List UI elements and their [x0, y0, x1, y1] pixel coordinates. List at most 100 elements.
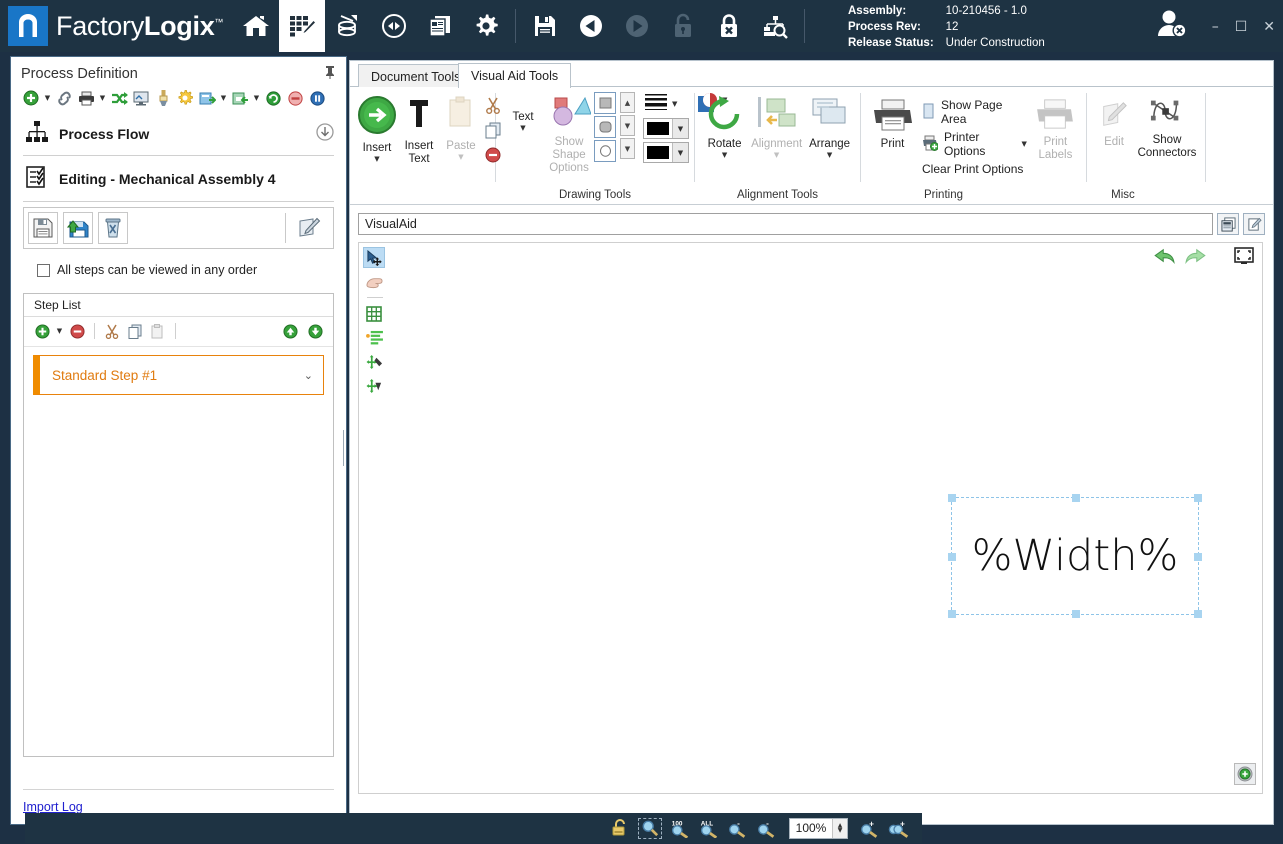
insert-dropdown-caret[interactable]: ▼: [374, 156, 379, 163]
zoom-all-icon[interactable]: ALL: [698, 819, 720, 838]
rotate-dropdown-caret[interactable]: ▼: [722, 152, 727, 159]
grid-icon[interactable]: [363, 303, 385, 324]
add-item-button[interactable]: [1234, 763, 1256, 785]
document-name-input[interactable]: [358, 213, 1213, 235]
shape-scroll-down-button[interactable]: ▼: [620, 115, 635, 136]
insert-button[interactable]: Insert ▼: [356, 92, 398, 165]
zoom-in-icon[interactable]: +: [859, 819, 881, 838]
close-button[interactable]: ✕: [1263, 20, 1275, 34]
monitor-icon[interactable]: [131, 88, 151, 108]
resize-handle-e[interactable]: [1194, 553, 1202, 561]
text-object[interactable]: %Width%: [951, 497, 1199, 615]
add-icon[interactable]: [21, 88, 41, 108]
home-icon[interactable]: [233, 0, 279, 52]
paste-icon[interactable]: [148, 321, 168, 341]
canvas[interactable]: %Width%: [358, 242, 1263, 794]
audit-search-icon[interactable]: [752, 0, 798, 52]
list-item[interactable]: Standard Step #1 ⌄: [33, 355, 324, 395]
unlock-zoom-icon[interactable]: [611, 819, 631, 837]
snap-object-icon[interactable]: [363, 351, 385, 372]
collapse-down-icon[interactable]: [316, 123, 334, 144]
lock-revoke-icon[interactable]: [706, 0, 752, 52]
zoom-100-icon[interactable]: 100: [669, 819, 691, 838]
rename-button[interactable]: [1243, 213, 1265, 235]
zoom-spinner-down[interactable]: ▼: [838, 828, 843, 833]
panel-splitter[interactable]: [341, 430, 346, 466]
shuffle-icon[interactable]: [109, 88, 129, 108]
save-step-button[interactable]: [28, 212, 58, 244]
show-connectors-button[interactable]: Show Connectors: [1135, 92, 1199, 162]
paste-dropdown-caret[interactable]: ▼: [458, 154, 463, 161]
import-log-link[interactable]: Import Log: [23, 800, 83, 814]
minimize-button[interactable]: –: [1212, 20, 1219, 34]
zoom-spinner[interactable]: ▲ ▼: [832, 819, 847, 838]
zoom-level-field[interactable]: 100% ▲ ▼: [789, 818, 848, 839]
print-labels-button[interactable]: Print Labels: [1031, 96, 1080, 164]
redo-arrow-icon[interactable]: [1184, 248, 1206, 264]
delete-step-icon[interactable]: [67, 321, 87, 341]
process-flow-row[interactable]: Process Flow: [11, 114, 346, 155]
snap-grid-icon[interactable]: [363, 375, 385, 396]
alignment-dropdown-caret[interactable]: ▼: [774, 152, 779, 159]
discard-button[interactable]: [98, 212, 128, 244]
rotate-button[interactable]: Rotate ▼: [701, 92, 748, 161]
clear-print-options-item[interactable]: Clear Print Options: [918, 160, 1031, 178]
view-any-order-row[interactable]: All steps can be viewed in any order: [11, 249, 346, 287]
fill-color-dropdown-caret[interactable]: ▼: [672, 143, 688, 162]
view-any-order-checkbox[interactable]: [37, 264, 50, 277]
printer-options-item[interactable]: Printer Options ▼: [918, 128, 1031, 160]
unlock-icon[interactable]: [660, 0, 706, 52]
resize-handle-nw[interactable]: [948, 494, 956, 502]
zoom-in-more-icon[interactable]: +: [888, 819, 912, 838]
save-as-button[interactable]: [63, 212, 93, 244]
resize-handle-sw[interactable]: [948, 610, 956, 618]
rounded-rect-shape-button[interactable]: [594, 116, 616, 138]
chevron-down-icon[interactable]: ⌄: [304, 369, 313, 382]
brush-icon[interactable]: [153, 88, 173, 108]
import-dropdown-caret[interactable]: ▼: [252, 89, 261, 107]
documents-icon[interactable]: [417, 0, 463, 52]
cut-icon[interactable]: [102, 321, 122, 341]
show-shape-options-button[interactable]: Show Shape Options: [548, 92, 590, 177]
rectangle-shape-button[interactable]: [594, 92, 616, 114]
add-dropdown-caret[interactable]: ▼: [43, 89, 52, 107]
move-up-icon[interactable]: [280, 321, 300, 341]
edit-button[interactable]: Edit: [1093, 98, 1135, 151]
resize-handle-w[interactable]: [948, 553, 956, 561]
resize-handle-s[interactable]: [1072, 610, 1080, 618]
move-down-icon[interactable]: [305, 321, 325, 341]
line-weight-picker[interactable]: [643, 92, 669, 115]
line-color-picker[interactable]: ▼: [643, 118, 689, 139]
refresh-icon[interactable]: [263, 88, 283, 108]
print-button[interactable]: Print: [867, 96, 918, 153]
show-page-area-item[interactable]: Show Page Area: [918, 96, 1031, 128]
fill-color-picker[interactable]: ▼: [643, 142, 689, 163]
printer-options-dropdown-caret[interactable]: ▼: [1021, 140, 1026, 148]
text-button[interactable]: Text ▼: [502, 106, 544, 134]
zoom-out-icon[interactable]: -: [727, 819, 749, 838]
print-icon[interactable]: [76, 88, 96, 108]
navigate-icon[interactable]: [371, 0, 417, 52]
shape-scroll-up-button[interactable]: ▲: [620, 92, 635, 113]
layers-icon[interactable]: [363, 327, 385, 348]
settings-gear-icon[interactable]: [463, 0, 509, 52]
forward-icon[interactable]: [614, 0, 660, 52]
back-icon[interactable]: [568, 0, 614, 52]
save-icon[interactable]: [522, 0, 568, 52]
arrange-button[interactable]: Arrange ▼: [805, 92, 854, 161]
tab-visual-aid-tools[interactable]: Visual Aid Tools: [458, 63, 571, 88]
shape-scroll-end-button[interactable]: ▼: [620, 138, 635, 159]
zoom-out-step-icon[interactable]: -: [756, 819, 778, 838]
resize-handle-n[interactable]: [1072, 494, 1080, 502]
link-icon[interactable]: [54, 88, 74, 108]
fit-screen-icon[interactable]: [1234, 247, 1254, 265]
tab-document-tools[interactable]: Document Tools: [358, 64, 473, 88]
copy-icon[interactable]: [125, 321, 145, 341]
line-weight-dropdown-caret[interactable]: ▼: [672, 100, 677, 108]
gear-star-icon[interactable]: [175, 88, 195, 108]
export-icon[interactable]: [197, 88, 217, 108]
maximize-button[interactable]: ☐: [1235, 20, 1248, 34]
stop-icon[interactable]: [285, 88, 305, 108]
document-properties-button[interactable]: [1217, 213, 1239, 235]
data-collection-icon[interactable]: [325, 0, 371, 52]
